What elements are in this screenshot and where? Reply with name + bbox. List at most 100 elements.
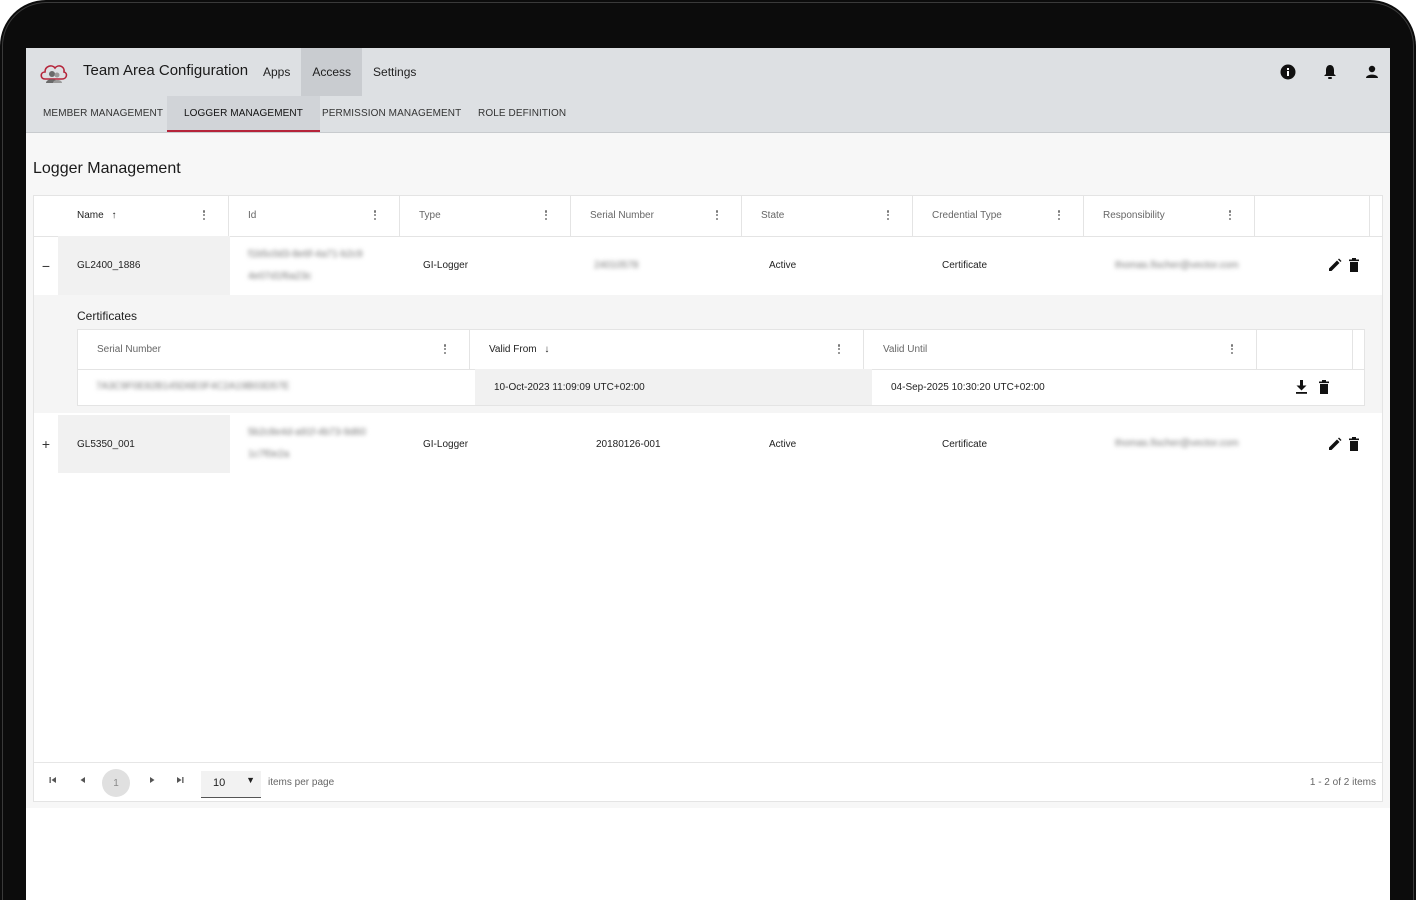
logger-table: Name ↑ Id Type Serial Number State Crede… xyxy=(33,195,1383,802)
edit-icon[interactable] xyxy=(1328,258,1342,272)
kebab-icon[interactable] xyxy=(544,209,548,223)
logger-id: f1b5c0d3-8e6f-4a71-b2c9 4e07d1f6a23c xyxy=(248,236,363,295)
app-header: Team Area Configuration Apps Access Sett… xyxy=(26,48,1390,96)
row-actions xyxy=(1328,258,1360,272)
logger-credential-type: Certificate xyxy=(942,260,988,271)
device-bezel: Team Area Configuration Apps Access Sett… xyxy=(0,0,1416,900)
nav-access[interactable]: Access xyxy=(301,48,363,96)
app-screen: Team Area Configuration Apps Access Sett… xyxy=(26,48,1390,900)
col-cert-actions xyxy=(1257,330,1353,369)
user-icon[interactable] xyxy=(1362,62,1382,82)
col-valid-until[interactable]: Valid Until xyxy=(864,330,1257,369)
logger-name: GL5350_001 xyxy=(58,415,230,473)
cert-valid-until: 04-Sep-2025 10:30:20 UTC+02:00 xyxy=(891,381,1045,393)
delete-icon[interactable] xyxy=(1318,380,1330,394)
tab-role-definition[interactable]: ROLE DEFINITION xyxy=(461,96,583,132)
col-id-label: Id xyxy=(248,210,257,221)
logger-name: GL2400_1886 xyxy=(58,236,230,295)
pagination: 1 10 ▼ items per page 1 - 2 of 2 items xyxy=(34,762,1382,803)
delete-icon[interactable] xyxy=(1348,437,1360,451)
cert-valid-from: 10-Oct-2023 11:09:09 UTC+02:00 xyxy=(494,381,645,393)
logger-type: GI-Logger xyxy=(423,260,469,271)
kebab-icon[interactable] xyxy=(837,343,841,357)
logger-responsibility: thomas.fischer@vector.com xyxy=(1115,438,1239,449)
col-responsibility[interactable]: Responsibility xyxy=(1084,196,1255,236)
col-credential-type[interactable]: Credential Type xyxy=(913,196,1084,236)
row-actions xyxy=(1328,437,1360,451)
col-actions xyxy=(1255,196,1370,236)
prev-page-icon[interactable] xyxy=(79,776,87,786)
info-icon[interactable] xyxy=(1278,62,1298,82)
nav-apps[interactable]: Apps xyxy=(252,48,301,96)
first-page-icon[interactable] xyxy=(49,776,57,786)
edit-icon[interactable] xyxy=(1328,437,1342,451)
logger-state: Active xyxy=(769,260,797,271)
expand-row-button[interactable]: + xyxy=(34,415,58,473)
cloud-logo-icon xyxy=(40,65,68,83)
table-row: − GL2400_1886 f1b5c0d3-8e6f-4a71-b2c9 4e… xyxy=(34,236,1382,296)
tab-logger-management[interactable]: LOGGER MANAGEMENT xyxy=(167,96,320,132)
delete-icon[interactable] xyxy=(1348,258,1360,272)
col-credential-label: Credential Type xyxy=(932,210,1002,221)
kebab-icon[interactable] xyxy=(1228,209,1232,223)
col-state[interactable]: State xyxy=(742,196,913,236)
page-number-button[interactable]: 1 xyxy=(102,769,130,797)
logger-serial: 24010578 xyxy=(594,259,639,271)
cert-actions xyxy=(1295,380,1330,394)
certificates-table: Serial Number Valid From ↓ Valid Until 7… xyxy=(77,329,1365,406)
col-name[interactable]: Name ↑ xyxy=(58,196,229,236)
top-nav: Apps Access Settings xyxy=(252,48,427,96)
logger-id-line: 1c7f0e2a xyxy=(248,449,290,460)
col-valid-from-label: Valid From xyxy=(489,344,537,355)
tab-member-management[interactable]: MEMBER MANAGEMENT xyxy=(26,96,180,132)
page-size-value: 10 xyxy=(213,777,226,789)
main-content: Logger Management Name ↑ Id Type Serial … xyxy=(26,133,1390,808)
header-actions xyxy=(1278,62,1382,82)
sub-tab-bar: MEMBER MANAGEMENT LOGGER MANAGEMENT PERM… xyxy=(26,96,1390,133)
logger-id: 5b2c8e4d-a91f-4b73-9d60 1c7f0e2a xyxy=(248,415,366,473)
collapse-row-button[interactable]: − xyxy=(34,236,58,295)
page-size-select[interactable]: 10 ▼ xyxy=(201,771,261,798)
table-header: Name ↑ Id Type Serial Number State Crede… xyxy=(34,196,1382,237)
nav-settings[interactable]: Settings xyxy=(362,48,427,96)
logger-responsibility: thomas.fischer@vector.com xyxy=(1115,259,1239,271)
certificates-header: Serial Number Valid From ↓ Valid Until xyxy=(78,330,1364,370)
cert-serial: 7A3C9F0E82B145D6E0F4C2A19B03D57E xyxy=(96,381,290,392)
logger-id-line: f1b5c0d3-8e6f-4a71-b2c9 xyxy=(248,248,363,260)
kebab-icon[interactable] xyxy=(715,209,719,223)
last-page-icon[interactable] xyxy=(176,776,184,786)
col-cert-serial-label: Serial Number xyxy=(97,344,161,355)
kebab-icon[interactable] xyxy=(202,209,206,223)
logger-id-line: 5b2c8e4d-a91f-4b73-9d60 xyxy=(248,427,366,438)
sort-asc-icon: ↑ xyxy=(111,210,117,221)
kebab-icon[interactable] xyxy=(886,209,890,223)
kebab-icon[interactable] xyxy=(1057,209,1061,223)
bell-icon[interactable] xyxy=(1320,62,1340,82)
logger-id-line: 4e07d1f6a23c xyxy=(248,270,312,282)
col-valid-from[interactable]: Valid From ↓ xyxy=(470,330,864,369)
logger-type: GI-Logger xyxy=(423,438,469,450)
col-serial-label: Serial Number xyxy=(590,210,654,221)
col-cert-serial[interactable]: Serial Number xyxy=(78,330,470,369)
col-valid-until-label: Valid Until xyxy=(883,344,928,355)
sort-desc-icon: ↓ xyxy=(544,344,550,355)
kebab-icon[interactable] xyxy=(373,209,377,223)
download-icon[interactable] xyxy=(1295,380,1308,394)
col-responsibility-label: Responsibility xyxy=(1103,210,1165,221)
col-id[interactable]: Id xyxy=(229,196,400,236)
col-type[interactable]: Type xyxy=(400,196,571,236)
dropdown-arrow-icon: ▼ xyxy=(246,775,255,785)
logger-credential-type: Certificate xyxy=(942,438,988,450)
col-state-label: State xyxy=(761,210,785,221)
kebab-icon[interactable] xyxy=(443,343,447,357)
col-name-label: Name xyxy=(77,210,104,221)
tab-permission-management[interactable]: PERMISSION MANAGEMENT xyxy=(305,96,478,132)
logger-serial: 20180126-001 xyxy=(596,438,661,450)
table-row: + GL5350_001 5b2c8e4d-a91f-4b73-9d60 1c7… xyxy=(34,415,1382,473)
col-serial-number[interactable]: Serial Number xyxy=(571,196,742,236)
next-page-icon[interactable] xyxy=(148,776,156,786)
kebab-icon[interactable] xyxy=(1230,343,1234,357)
logger-state: Active xyxy=(769,438,797,450)
page-title: Logger Management xyxy=(33,160,181,177)
expander-header xyxy=(34,196,58,236)
